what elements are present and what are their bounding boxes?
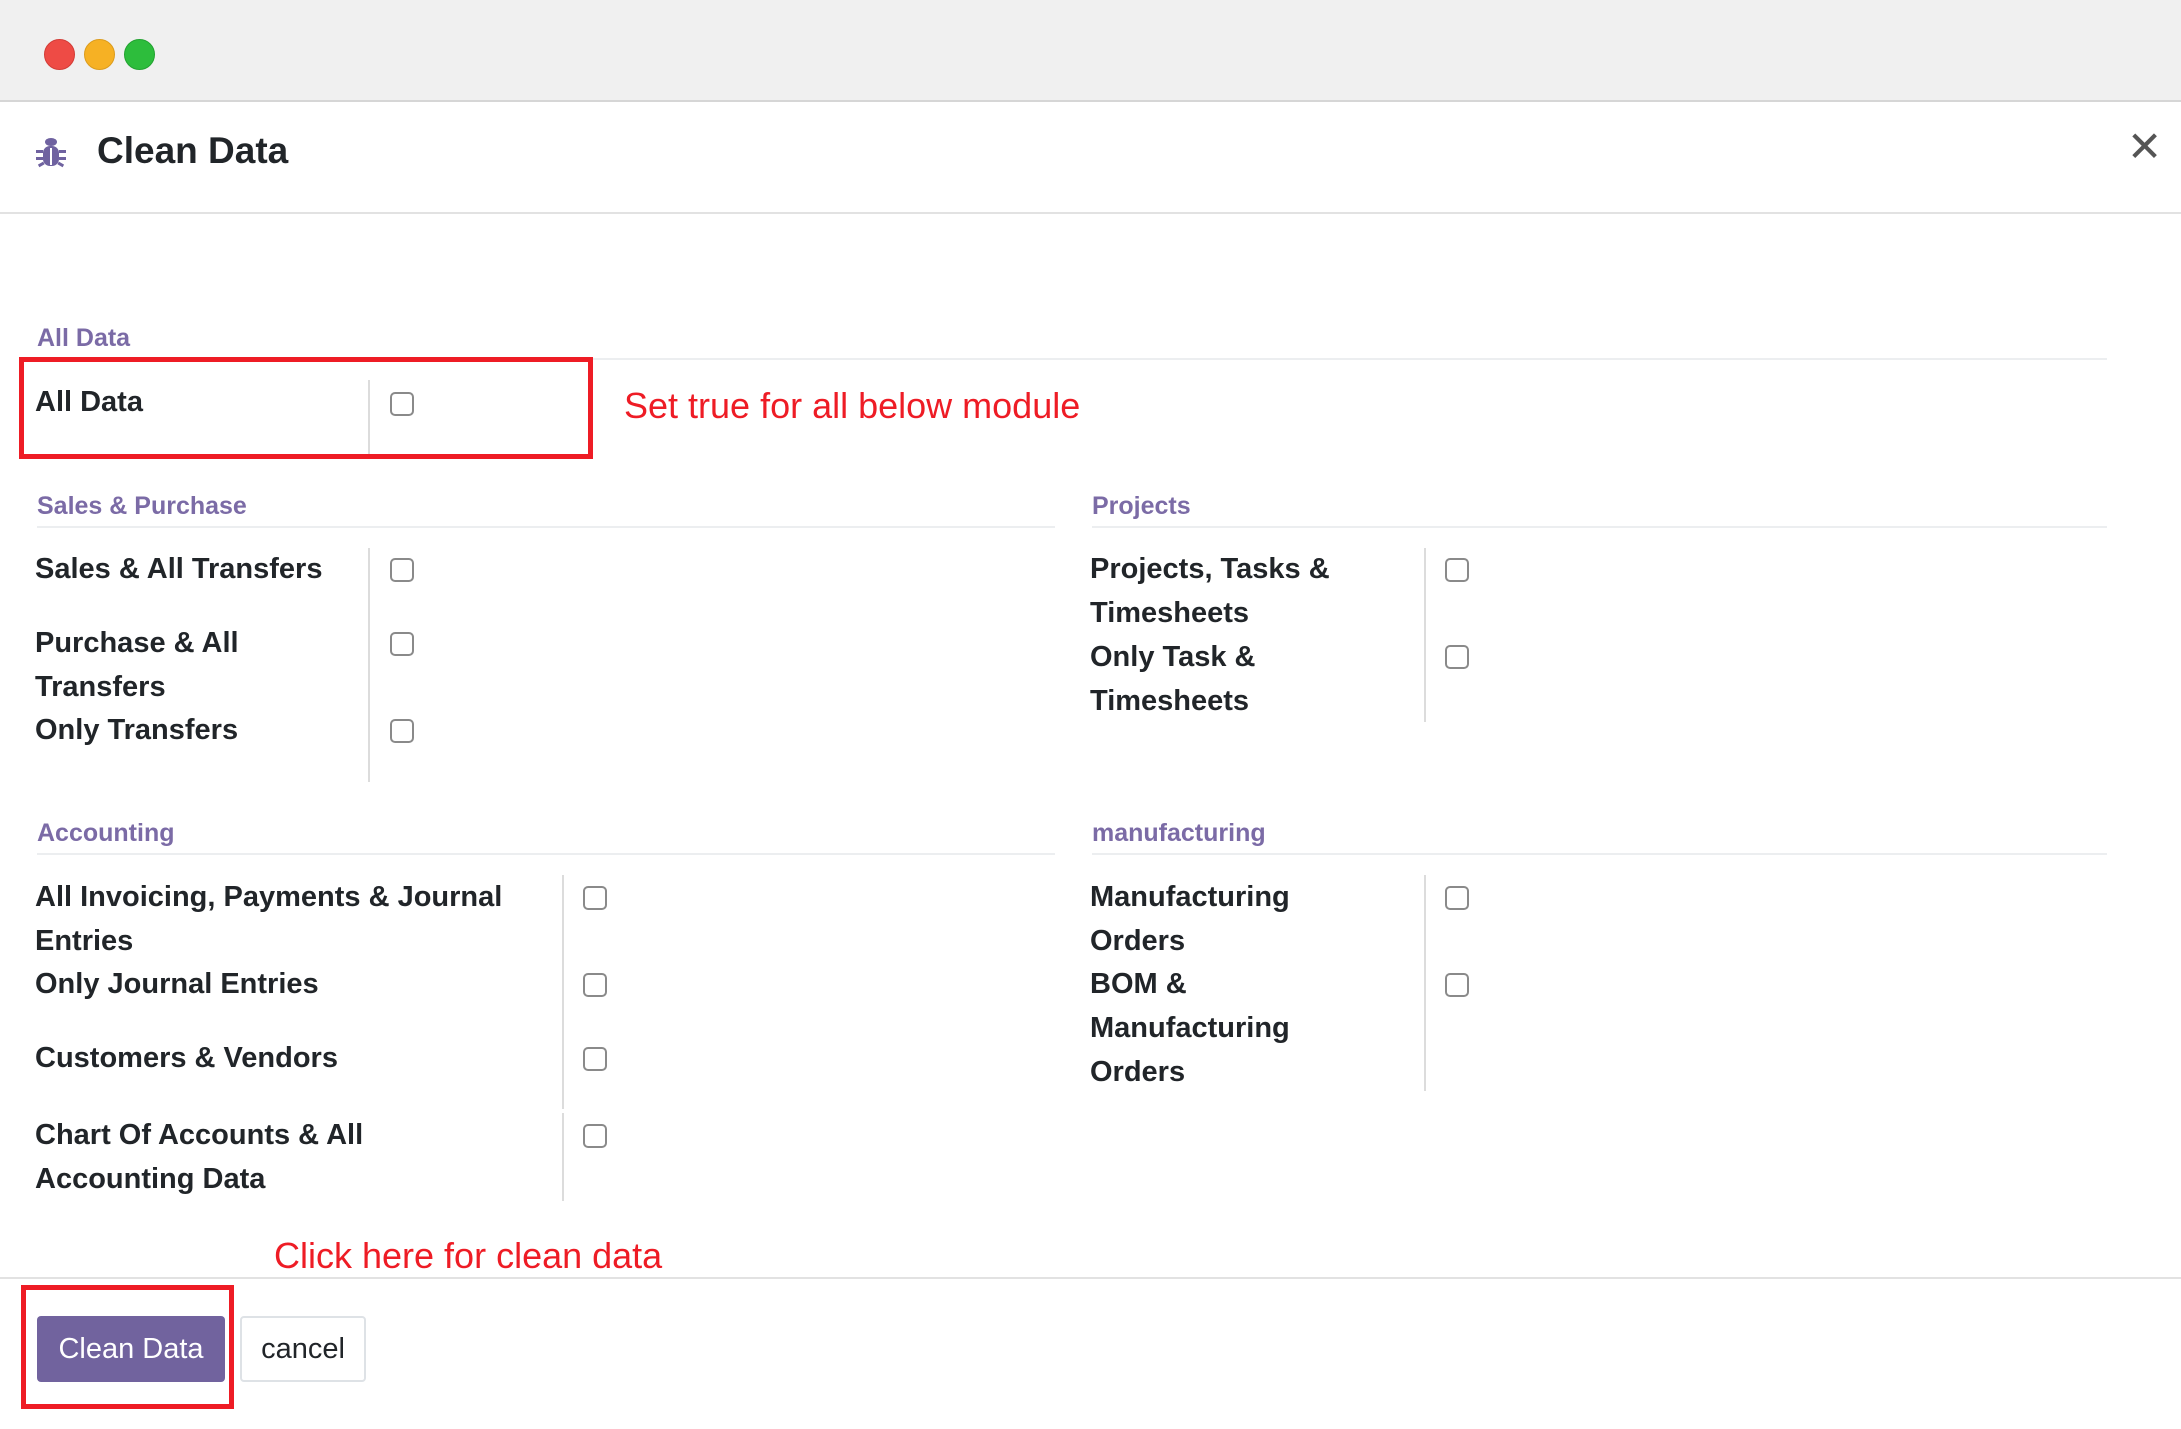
checkbox-purchase-all-transfers[interactable]	[390, 632, 414, 656]
field-label-projects-tasks-timesheets: Projects, Tasks & Timesheets	[1090, 553, 1330, 629]
annotation-highlight-clean-button	[21, 1285, 234, 1409]
checkbox-projects-tasks-timesheets[interactable]	[1445, 558, 1469, 582]
field-label-manufacturing-orders: Manufacturing Orders	[1090, 881, 1290, 957]
section-divider	[1092, 853, 2107, 855]
window-close-dot[interactable]	[44, 39, 75, 70]
dialog-title: Clean Data	[97, 130, 289, 171]
section-title-manufacturing: manufacturing	[1092, 819, 1266, 847]
checkbox-bom-manufacturing-orders[interactable]	[1445, 973, 1469, 997]
field-label-only-task-timesheets: Only Task & Timesheets	[1090, 641, 1256, 717]
close-icon[interactable]: ✕	[2127, 126, 2162, 168]
field-separator	[1424, 548, 1426, 722]
field-separator	[562, 875, 564, 1109]
cancel-button[interactable]: cancel	[240, 1316, 366, 1382]
bug-icon	[36, 138, 66, 168]
window-minimize-dot[interactable]	[84, 39, 115, 70]
annotation-highlight-all-data	[19, 357, 593, 459]
checkbox-chart-of-accounts[interactable]	[583, 1124, 607, 1148]
field-separator	[562, 1113, 564, 1201]
window-titlebar	[0, 0, 2181, 102]
section-divider	[37, 853, 1055, 855]
field-separator	[1424, 875, 1426, 1091]
field-label-purchase-all-transfers: Purchase & All Transfers	[35, 627, 239, 703]
checkbox-all-invoicing[interactable]	[583, 886, 607, 910]
checkbox-only-transfers[interactable]	[390, 719, 414, 743]
checkbox-manufacturing-orders[interactable]	[1445, 886, 1469, 910]
checkbox-sales-all-transfers[interactable]	[390, 558, 414, 582]
annotation-clean-note: Click here for clean data	[274, 1235, 663, 1276]
checkbox-only-task-timesheets[interactable]	[1445, 645, 1469, 669]
field-label-only-transfers: Only Transfers	[35, 714, 239, 746]
section-divider	[37, 526, 1055, 528]
checkbox-only-journal-entries[interactable]	[583, 973, 607, 997]
window-maximize-dot[interactable]	[124, 39, 155, 70]
field-label-only-journal-entries: Only Journal Entries	[35, 968, 319, 1000]
field-label-bom-manufacturing-orders: BOM & Manufacturing Orders	[1090, 968, 1290, 1088]
annotation-all-data-note: Set true for all below module	[624, 385, 1081, 426]
field-label-all-invoicing: All Invoicing, Payments & Journal Entrie…	[35, 881, 503, 957]
field-label-customers-vendors: Customers & Vendors	[35, 1042, 338, 1074]
section-title-projects: Projects	[1092, 492, 1191, 520]
footer-divider	[0, 1277, 2181, 1279]
field-label-sales-all-transfers: Sales & All Transfers	[35, 553, 323, 585]
section-title-accounting: Accounting	[37, 819, 175, 847]
field-label-chart-of-accounts: Chart Of Accounts & All Accounting Data	[35, 1119, 364, 1195]
section-title-sales-purchase: Sales & Purchase	[37, 492, 247, 520]
section-title-all-data: All Data	[37, 324, 131, 352]
dialog-header: Clean Data ✕	[0, 102, 2181, 214]
checkbox-customers-vendors[interactable]	[583, 1047, 607, 1071]
section-divider	[1092, 526, 2107, 528]
field-separator	[368, 548, 370, 782]
